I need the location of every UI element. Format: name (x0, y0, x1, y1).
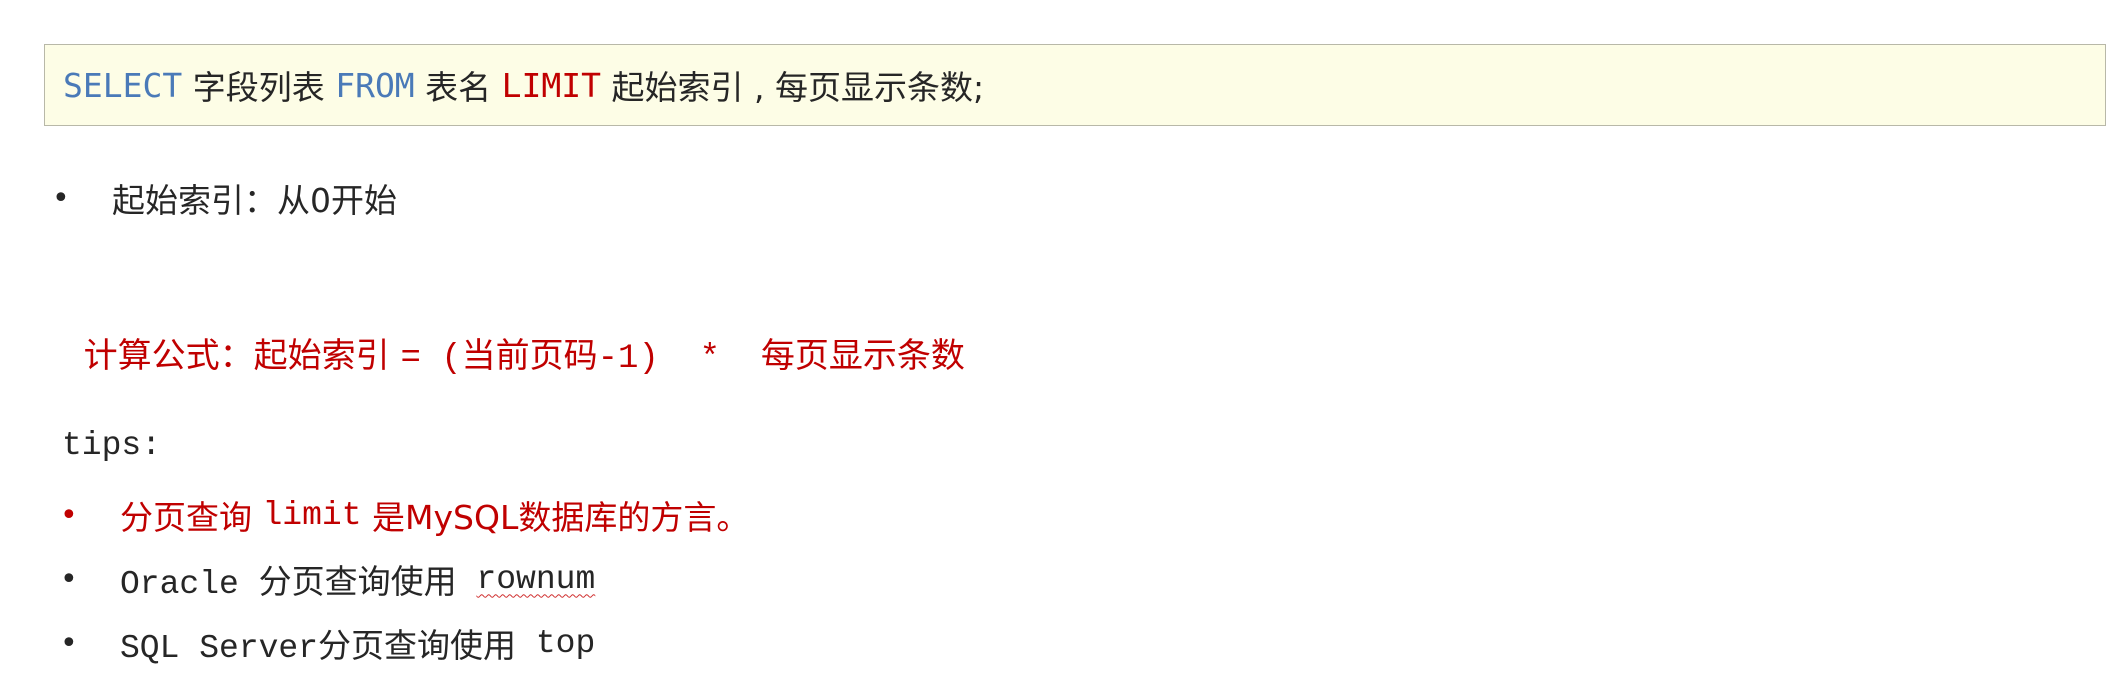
limit-keyword: LIMIT (501, 65, 602, 105)
formula-line: 计算公式：起始索引 = (当前页码-1) * 每页显示条数 (62, 288, 965, 378)
formula-tail: 每页显示条数 (760, 336, 965, 376)
tip-text: 分页查询 (120, 498, 263, 537)
tip-code: top (535, 624, 596, 662)
start-index-note: • 起始索引：从0开始 (52, 174, 397, 222)
tips-title: tips: (62, 427, 162, 464)
tip-code: limit (262, 496, 362, 534)
start-index-text: 起始索引：从0开始 (112, 181, 397, 220)
table-placeholder: 表名 (414, 68, 502, 107)
fields-placeholder: 字段列表 (182, 68, 336, 107)
formula-label: 计算公式：起始索引 (83, 336, 401, 376)
formula-expression: = (当前页码-1) * (400, 340, 761, 378)
sql-code-block: SELECT 字段列表 FROM 表名 LIMIT 起始索引 , 每页显示条数; (44, 44, 2106, 126)
tip-item-oracle: • Oracle 分页查询使用 rownum (60, 555, 596, 604)
bullet-icon: • (60, 561, 78, 597)
tip-item-sqlserver: • SQL Server分页查询使用 top (60, 619, 596, 668)
bullet-icon: • (60, 625, 78, 661)
select-keyword: SELECT (63, 65, 183, 105)
bullet-icon: • (52, 180, 70, 216)
tip-text-post: 是MySQL数据库的方言。 (361, 498, 750, 537)
tip-code: rownum (476, 560, 596, 598)
bullet-icon: • (60, 497, 78, 533)
tip-text: Oracle 分页查询使用 (120, 566, 477, 603)
limit-args: 起始索引 , 每页显示条数; (601, 68, 985, 107)
from-keyword: FROM (335, 65, 415, 105)
tip-text: SQL Server分页查询使用 (120, 630, 536, 667)
tip-item-limit: • 分页查询 limit 是MySQL数据库的方言。 (60, 491, 749, 539)
